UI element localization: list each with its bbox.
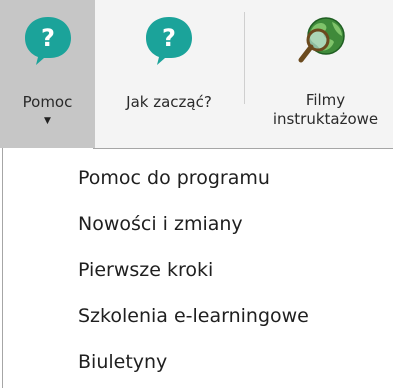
- question-bubble-icon: ?: [24, 17, 71, 65]
- svg-text:?: ?: [162, 24, 176, 52]
- menu-border: [93, 148, 393, 149]
- tutorial-videos-label: Filmy instruktażowe: [272, 91, 379, 128]
- chevron-down-icon: ▼: [44, 116, 51, 126]
- help-button[interactable]: ? Pomoc ▼: [0, 0, 95, 148]
- getting-started-button[interactable]: ? Jak zacząć?: [95, 0, 243, 148]
- menu-item-news-changes[interactable]: Nowości i zmiany: [3, 201, 393, 247]
- svg-text:?: ?: [41, 24, 55, 52]
- getting-started-label: Jak zacząć?: [126, 93, 212, 111]
- menu-item-first-steps[interactable]: Pierwsze kroki: [3, 247, 393, 293]
- ribbon: ? Pomoc ▼ ? Jak zacząć? Filmy instruktaż…: [0, 0, 393, 148]
- menu-item-bulletins[interactable]: Biuletyny: [3, 339, 393, 385]
- tutorial-videos-button[interactable]: Filmy instruktażowe: [250, 0, 393, 148]
- menu-item-program-help[interactable]: Pomoc do programu: [3, 155, 393, 201]
- ribbon-separator: [244, 12, 245, 104]
- question-bubble-icon: ?: [146, 17, 192, 65]
- globe-magnifier-icon: [298, 17, 345, 63]
- help-button-label: Pomoc: [22, 93, 73, 111]
- menu-item-e-learning[interactable]: Szkolenia e-learningowe: [3, 293, 393, 339]
